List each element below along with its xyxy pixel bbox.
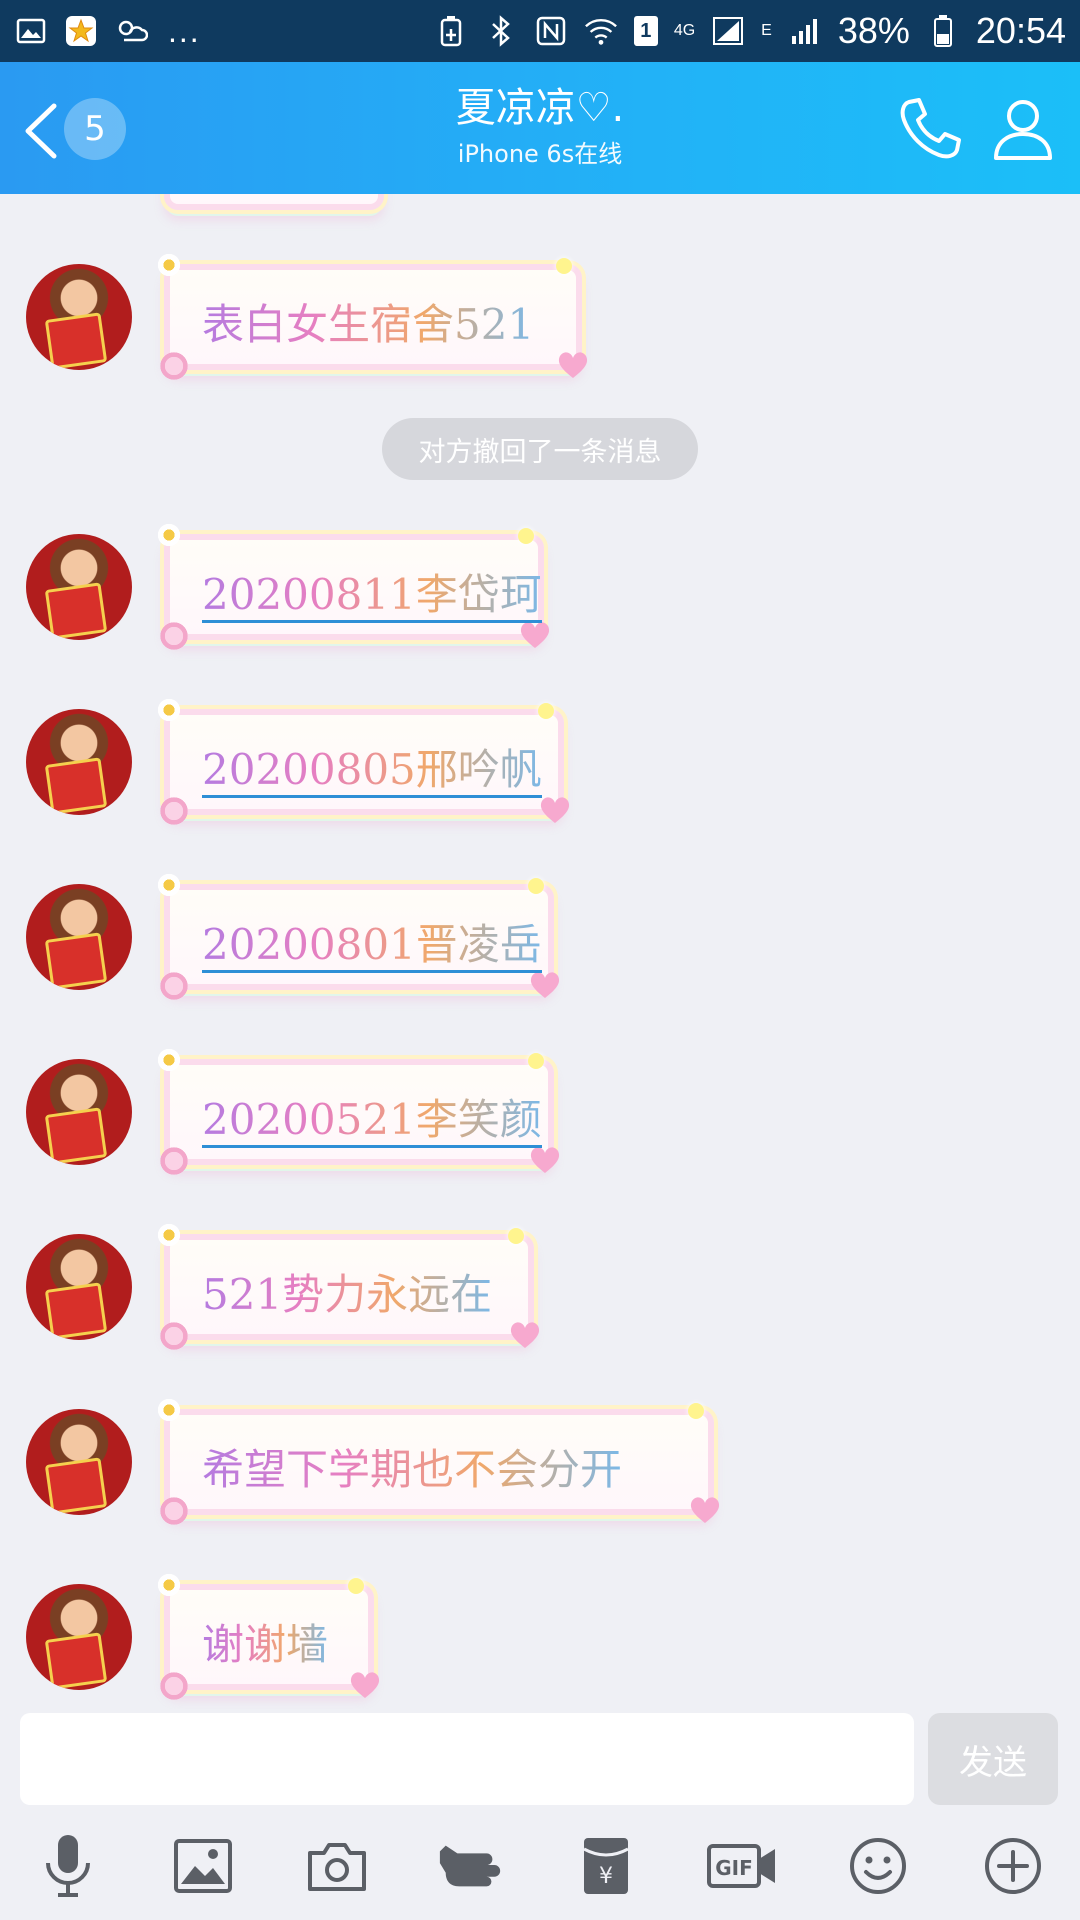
- status-bar: ... 1 4G E 38% 20:54: [0, 0, 1080, 62]
- avatar[interactable]: [26, 264, 132, 370]
- person-icon: [994, 100, 1052, 160]
- avatar[interactable]: [26, 1059, 132, 1165]
- star-app-icon: [64, 14, 98, 48]
- image-icon: [174, 1839, 232, 1893]
- battery-icon: [926, 14, 960, 48]
- message-text: 希望下学期也不会分开: [202, 1445, 623, 1494]
- gif-icon: GIF: [707, 1844, 775, 1888]
- message-input[interactable]: [20, 1713, 914, 1805]
- weather-icon: [114, 14, 148, 48]
- system-recall-notice: 对方撤回了一条消息: [382, 418, 698, 480]
- camera-icon: [308, 1843, 366, 1891]
- input-toolbar: ¥ GIF: [0, 1825, 1080, 1915]
- phone-icon: [900, 98, 961, 159]
- input-bar: 发送 ¥ GIF: [0, 1709, 1080, 1920]
- edge-indicator: E: [761, 22, 772, 39]
- send-button[interactable]: 发送: [928, 1713, 1058, 1805]
- message-text: 20200805邢吟帆: [202, 745, 542, 798]
- wifi-icon: [584, 14, 618, 48]
- clock: 20:54: [975, 10, 1066, 51]
- message-text: 20200521李笑颜: [202, 1095, 542, 1148]
- battery-percent: 38%: [837, 10, 910, 51]
- avatar[interactable]: [26, 709, 132, 815]
- network-type: 4G: [673, 22, 696, 39]
- message-bubble[interactable]: 希望下学期也不会分开: [156, 1397, 720, 1527]
- message-bubble[interactable]: 20200805邢吟帆: [156, 697, 570, 827]
- mic-icon: [46, 1835, 90, 1897]
- gallery-icon: [14, 14, 48, 48]
- avatar[interactable]: [26, 534, 132, 640]
- message-list[interactable]: 表白女生宿舍521 对方撤回了一条消息 20200811李岱珂 20200805…: [0, 194, 1080, 1709]
- avatar[interactable]: [26, 1409, 132, 1515]
- red-packet-button[interactable]: ¥: [571, 1831, 641, 1901]
- bluetooth-icon: [484, 14, 518, 48]
- message-bubble[interactable]: 20200801晋凌岳: [156, 872, 560, 1002]
- message-bubble[interactable]: 521势力永远在: [156, 1222, 540, 1352]
- signal-bars-icon: [788, 14, 822, 48]
- profile-button[interactable]: [988, 94, 1058, 164]
- message-bubble-partial[interactable]: [164, 194, 384, 210]
- message-text: 谢谢墙: [202, 1620, 329, 1669]
- voice-button[interactable]: [33, 1831, 103, 1901]
- message-bubble[interactable]: 表白女生宿舍521: [156, 252, 588, 382]
- sim-badge: 1: [633, 16, 658, 46]
- poke-button[interactable]: [436, 1831, 506, 1901]
- message-bubble[interactable]: 谢谢墙: [156, 1572, 380, 1702]
- poke-icon: [439, 1845, 501, 1887]
- voice-call-button[interactable]: [895, 94, 965, 164]
- message-text: 521势力永远在: [202, 1270, 493, 1319]
- gif-button[interactable]: GIF: [706, 1831, 778, 1901]
- emoji-icon: [850, 1838, 906, 1894]
- more-button[interactable]: [978, 1831, 1048, 1901]
- avatar[interactable]: [26, 1584, 132, 1690]
- signal-icon: [711, 14, 745, 48]
- emoji-button[interactable]: [843, 1831, 913, 1901]
- avatar[interactable]: [26, 1234, 132, 1340]
- message-bubble[interactable]: 20200521李笑颜: [156, 1047, 560, 1177]
- camera-button[interactable]: [302, 1831, 372, 1901]
- nfc-icon: [534, 14, 568, 48]
- avatar[interactable]: [26, 884, 132, 990]
- more-notifications: ...: [168, 12, 201, 49]
- svg-text:GIF: GIF: [715, 1856, 753, 1880]
- red-packet-icon: ¥: [583, 1838, 629, 1894]
- image-button[interactable]: [168, 1831, 238, 1901]
- message-text: 20200801晋凌岳: [202, 920, 542, 973]
- plus-icon: [985, 1838, 1041, 1894]
- svg-text:¥: ¥: [599, 1864, 613, 1889]
- message-text: 20200811李岱珂: [202, 570, 542, 623]
- message-text: 表白女生宿舍521: [202, 300, 535, 349]
- message-bubble[interactable]: 20200811李岱珂: [156, 522, 550, 652]
- battery-saver-icon: [434, 14, 468, 48]
- chat-header: 5 夏凉凉♡. iPhone 6s在线: [0, 62, 1080, 194]
